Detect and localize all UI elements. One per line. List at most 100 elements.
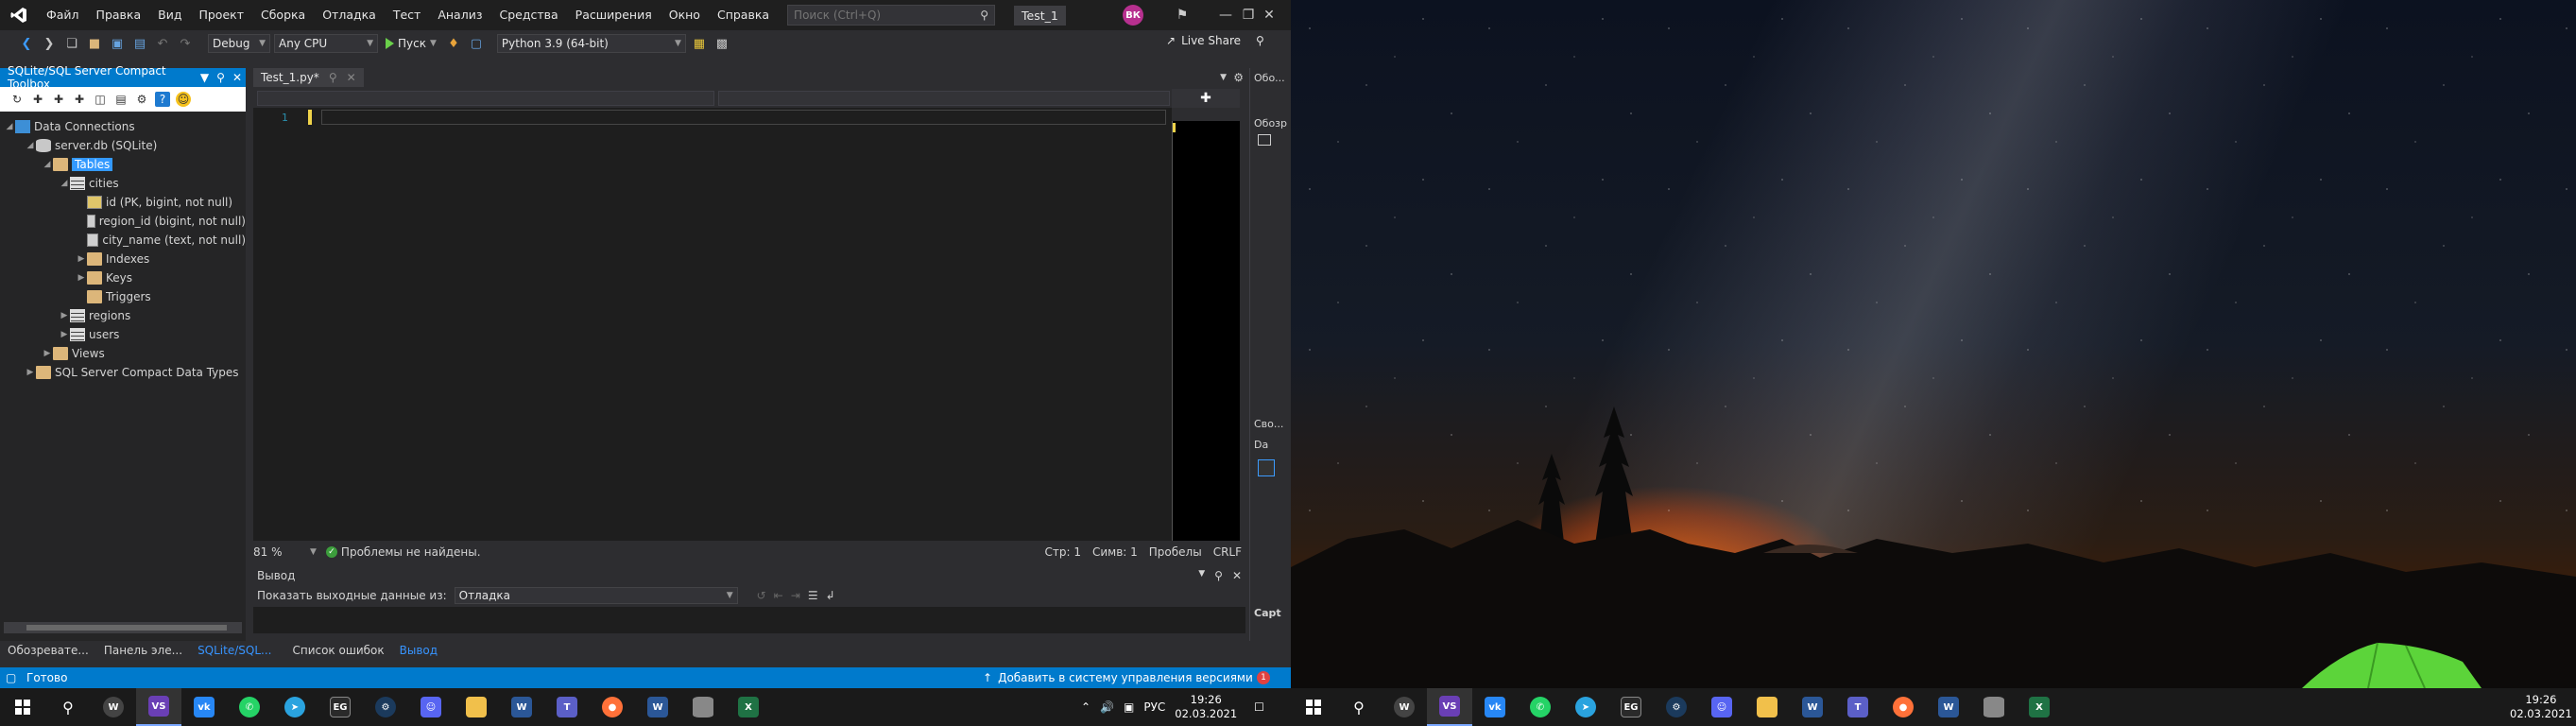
- menu-extensions[interactable]: Расширения: [567, 0, 661, 30]
- save-icon[interactable]: ▣: [108, 34, 127, 53]
- discord-icon[interactable]: ☺: [1699, 688, 1744, 726]
- epic-games-icon[interactable]: EG: [1608, 688, 1654, 726]
- telegram-icon[interactable]: ➤: [272, 688, 318, 726]
- search-icon[interactable]: ⚲: [1336, 688, 1382, 726]
- tab-sqlite-toolbox[interactable]: SQLite/SQL...: [190, 644, 279, 657]
- tree-node-keys[interactable]: ▶ Keys: [0, 268, 246, 287]
- pin-icon[interactable]: ⚲: [329, 71, 337, 84]
- menu-test[interactable]: Тест: [385, 0, 429, 30]
- world-of-tanks-icon[interactable]: W: [1382, 688, 1427, 726]
- word-icon-2[interactable]: W: [1926, 688, 1971, 726]
- network-icon[interactable]: ▣: [1124, 700, 1134, 714]
- file-explorer-icon[interactable]: [1744, 688, 1790, 726]
- indent-mode[interactable]: Пробелы: [1149, 545, 1202, 559]
- add-sqlce-icon[interactable]: ✚: [72, 92, 87, 107]
- minimap-scrollbar[interactable]: [1172, 121, 1240, 541]
- side-tab-explorer[interactable]: Обо...: [1254, 72, 1285, 84]
- toolbox-header[interactable]: SQLite/SQL Server Compact Toolbox ▼ ⚲ ✕: [0, 64, 246, 91]
- python-environment-select[interactable]: Python 3.9 (64-bit) ▼: [496, 34, 686, 53]
- file-explorer-icon[interactable]: [454, 688, 499, 726]
- clock[interactable]: 19:26 02.03.2021: [1175, 693, 1237, 721]
- tree-node-regions[interactable]: ▶ regions: [0, 306, 246, 325]
- gear-icon[interactable]: ⚙: [1233, 71, 1244, 84]
- notifications-badge[interactable]: 1: [1257, 671, 1270, 684]
- scope-combo[interactable]: [257, 91, 714, 106]
- menu-help[interactable]: Справка: [709, 0, 778, 30]
- close-icon[interactable]: ✕: [1232, 569, 1242, 582]
- add-connection-icon[interactable]: ✚: [30, 92, 45, 107]
- side-combo-da[interactable]: Da: [1254, 439, 1268, 451]
- tab-error-list[interactable]: Список ошибок: [284, 644, 391, 657]
- close-icon[interactable]: ✕: [232, 71, 242, 84]
- discord-icon[interactable]: ☺: [408, 688, 454, 726]
- visual-studio-taskbar-icon[interactable]: VS: [1427, 688, 1472, 726]
- database-app-icon[interactable]: [680, 688, 726, 726]
- whatsapp-icon[interactable]: ✆: [1518, 688, 1563, 726]
- steam-icon[interactable]: ⚙: [363, 688, 408, 726]
- live-share-button[interactable]: ↗ Live Share ⚲: [1166, 34, 1264, 47]
- add-sqlite-icon[interactable]: ✚: [51, 92, 66, 107]
- expand-open-icon[interactable]: ◢: [25, 141, 36, 150]
- world-of-tanks-icon[interactable]: W: [91, 688, 136, 726]
- cursor-line[interactable]: Стр: 1: [1044, 545, 1080, 559]
- chevron-down-icon[interactable]: ▼: [200, 71, 209, 84]
- output-text-area[interactable]: [253, 607, 1245, 633]
- start-button[interactable]: [0, 688, 45, 726]
- layout-icon[interactable]: ▩: [713, 34, 731, 53]
- help-icon[interactable]: ?: [155, 92, 170, 107]
- vk-icon[interactable]: vk: [1472, 688, 1518, 726]
- member-combo[interactable]: [718, 91, 1170, 106]
- search-input[interactable]: [794, 9, 981, 22]
- word-icon[interactable]: W: [1790, 688, 1835, 726]
- toolbox-horizontal-scrollbar[interactable]: [4, 622, 242, 633]
- word-wrap-icon[interactable]: ↲: [826, 589, 835, 602]
- whatsapp-icon[interactable]: ✆: [227, 688, 272, 726]
- expand-open-icon[interactable]: ◢: [42, 160, 53, 169]
- save-all-icon[interactable]: ▤: [130, 34, 149, 53]
- expand-closed-icon[interactable]: ▶: [25, 368, 36, 377]
- excel-icon[interactable]: X: [726, 688, 771, 726]
- fire-icon[interactable]: ♦: [444, 34, 463, 53]
- line-ending[interactable]: CRLF: [1213, 545, 1242, 559]
- epic-games-icon[interactable]: EG: [318, 688, 363, 726]
- tree-node-server-db[interactable]: ◢ server.db (SQLite): [0, 136, 246, 155]
- add-to-source-control-button[interactable]: ↑ Добавить в систему управления версиями…: [983, 671, 1265, 684]
- open-icon[interactable]: ■: [85, 34, 104, 53]
- side-tab-properties[interactable]: Сво...: [1254, 418, 1283, 430]
- chevron-up-icon[interactable]: ⌃: [1081, 700, 1091, 714]
- menu-file[interactable]: Файл: [38, 0, 88, 30]
- visual-studio-taskbar-icon[interactable]: VS: [136, 688, 181, 726]
- menu-tools[interactable]: Средства: [490, 0, 566, 30]
- close-button[interactable]: ✕: [1247, 0, 1291, 30]
- tree-node-indexes[interactable]: ▶ Indexes: [0, 250, 246, 268]
- tab-solution-explorer[interactable]: Обозревате...: [0, 644, 96, 657]
- clear-all-icon[interactable]: ☰: [808, 589, 818, 602]
- menu-view[interactable]: Вид: [149, 0, 190, 30]
- database-app-icon[interactable]: [1971, 688, 2017, 726]
- prev-message-icon[interactable]: ⇤: [774, 589, 783, 602]
- problems-status[interactable]: Проблемы не найдены.: [341, 545, 481, 559]
- gear-icon[interactable]: ⚙: [134, 92, 149, 107]
- tree-node-column[interactable]: city_name (text, not null): [0, 231, 246, 250]
- undo-icon[interactable]: ↶: [153, 34, 172, 53]
- clock[interactable]: 19:26 02.03.2021: [2510, 693, 2572, 721]
- expand-closed-icon[interactable]: ▶: [42, 349, 53, 358]
- pin-icon[interactable]: ⚲: [1256, 34, 1264, 47]
- menu-analyze[interactable]: Анализ: [429, 0, 490, 30]
- grid-view-icon[interactable]: [1258, 459, 1275, 476]
- input-language[interactable]: РУС: [1143, 700, 1165, 714]
- run-button[interactable]: Пуск ▼: [382, 37, 440, 50]
- expand-closed-icon[interactable]: ▶: [59, 311, 70, 320]
- teams-icon[interactable]: T: [544, 688, 590, 726]
- tree-node-data-connections[interactable]: ◢ Data Connections: [0, 117, 246, 136]
- firefox-icon[interactable]: ●: [590, 688, 635, 726]
- code-editor[interactable]: 1: [253, 108, 1172, 541]
- window-layout-icon[interactable]: ▢: [467, 34, 486, 53]
- find-message-icon[interactable]: ↺: [757, 589, 766, 602]
- tree-node-triggers[interactable]: Triggers: [0, 287, 246, 306]
- split-icon[interactable]: ✚: [1172, 89, 1240, 108]
- chevron-down-icon[interactable]: ▼: [1198, 569, 1205, 582]
- refresh-icon[interactable]: ↻: [9, 92, 25, 107]
- menu-build[interactable]: Сборка: [252, 0, 314, 30]
- tree-node-users[interactable]: ▶ users: [0, 325, 246, 344]
